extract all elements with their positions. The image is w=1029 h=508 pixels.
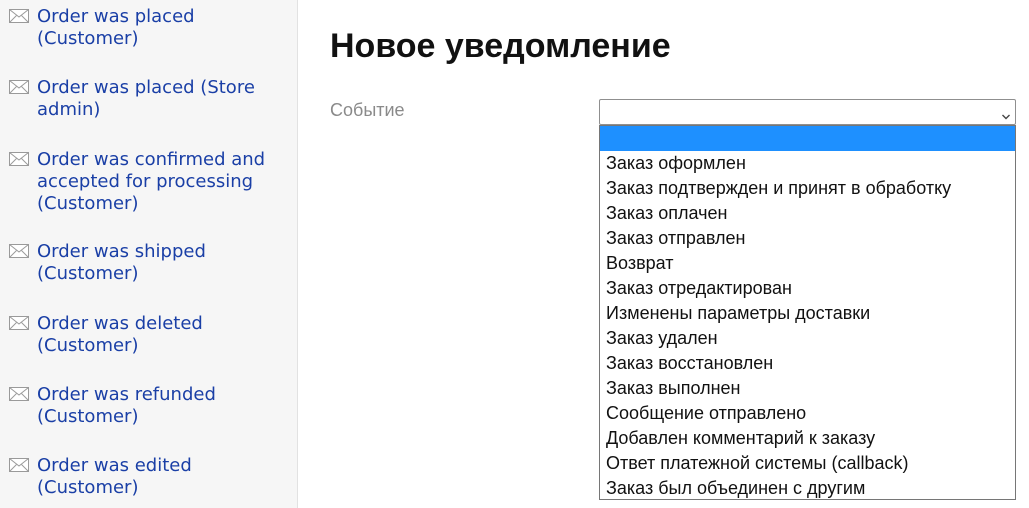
sidebar-item-order-shipped-customer[interactable]: Order was shipped (Customer) [9,241,294,285]
envelope-icon [9,315,29,330]
envelope-icon [9,386,29,401]
sidebar-item-order-placed-store-admin[interactable]: Order was placed (Store admin) [9,77,294,121]
sidebar-item-label[interactable]: Order was confirmed and accepted for pro… [9,149,294,215]
select-option-empty[interactable] [600,126,1015,151]
select-option[interactable]: Заказ отправлен [600,226,1015,251]
select-option[interactable]: Сообщение отправлено [600,401,1015,426]
envelope-icon [9,457,29,472]
event-field-label: Событие [330,100,405,120]
sidebar-item-label[interactable]: Order was edited (Customer) [9,455,294,499]
event-select-dropdown: Заказ оформлен Заказ подтвержден и приня… [599,125,1016,500]
sidebar-item-label[interactable]: Order was shipped (Customer) [9,241,294,285]
select-option[interactable]: Изменены параметры доставки [600,301,1015,326]
envelope-icon [9,151,29,166]
select-option[interactable]: Заказ подтвержден и принят в обработку [600,176,1015,201]
select-option[interactable]: Добавлен комментарий к заказу [600,426,1015,451]
sidebar-item-label[interactable]: Order was deleted (Customer) [9,313,294,357]
envelope-icon [9,243,29,258]
select-option[interactable]: Заказ оплачен [600,201,1015,226]
select-option[interactable]: Заказ был объединен с другим [600,476,1015,499]
page-title: Новое уведомление [330,27,671,65]
select-option[interactable]: Возврат [600,251,1015,276]
select-option[interactable]: Заказ восстановлен [600,351,1015,376]
sidebar-item-order-edited-customer[interactable]: Order was edited (Customer) [9,455,294,499]
event-select[interactable] [599,99,1016,125]
sidebar-item-order-placed-customer[interactable]: Order was placed (Customer) [9,6,294,50]
envelope-icon [9,8,29,23]
app-root: Order was placed (Customer) Order was pl… [0,0,1029,508]
select-option[interactable]: Заказ отредактирован [600,276,1015,301]
select-option[interactable]: Заказ оформлен [600,151,1015,176]
sidebar-item-order-refunded-customer[interactable]: Order was refunded (Customer) [9,384,294,428]
select-option[interactable]: Ответ платежной системы (callback) [600,451,1015,476]
sidebar: Order was placed (Customer) Order was pl… [0,0,298,508]
sidebar-item-label[interactable]: Order was refunded (Customer) [9,384,294,428]
envelope-icon [9,79,29,94]
chevron-down-icon [1001,107,1011,120]
sidebar-item-label[interactable]: Order was placed (Store admin) [9,77,294,121]
sidebar-item-order-confirmed-customer[interactable]: Order was confirmed and accepted for pro… [9,149,294,215]
select-option[interactable]: Заказ удален [600,326,1015,351]
sidebar-item-label[interactable]: Order was placed (Customer) [9,6,294,50]
select-option[interactable]: Заказ выполнен [600,376,1015,401]
sidebar-item-order-deleted-customer[interactable]: Order was deleted (Customer) [9,313,294,357]
